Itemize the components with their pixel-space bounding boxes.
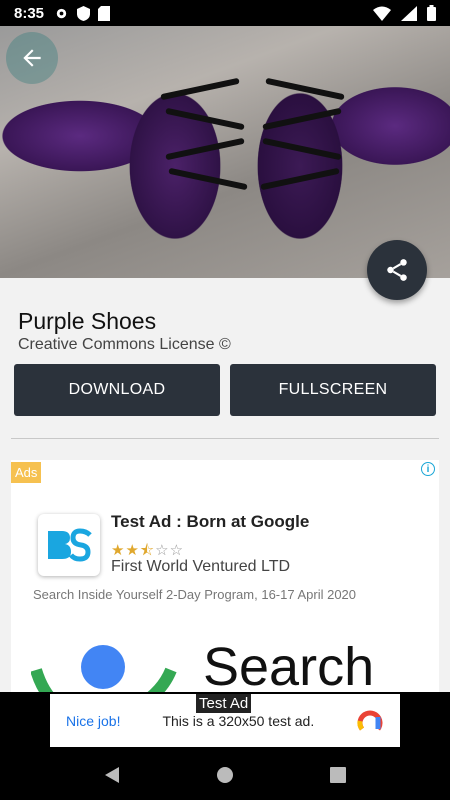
share-icon [387,259,407,281]
ad-logo [38,514,100,576]
share-button[interactable] [367,240,427,300]
ad-description: Search Inside Yourself 2-Day Program, 16… [33,587,357,602]
banner-nice-text: Nice job! [66,712,121,729]
sd-card-icon [98,5,111,21]
ad-media-text: Search [203,637,375,697]
test-ad-label: Test Ad [196,694,252,713]
admob-logo-icon [357,710,383,731]
hero-image [0,26,450,278]
nav-home-icon[interactable] [216,766,234,784]
nav-back-icon[interactable] [103,766,121,784]
status-bar: 8:35 [0,0,450,26]
navigation-bar [0,750,450,800]
ad-logo-graphic [48,528,92,562]
download-button[interactable]: DOWNLOAD [14,364,220,416]
ad-advertiser: First World Ventured LTD [111,558,291,575]
battery-icon [427,5,436,21]
wallpaper-title: Purple Shoes [18,308,157,334]
back-button[interactable] [6,32,58,84]
ad-media-graphic [31,645,177,700]
shield-icon [77,5,91,21]
nav-recents-icon[interactable] [329,766,347,784]
ads-badge: Ads [11,462,42,483]
divider [11,438,439,439]
wifi-icon [373,6,391,21]
fullscreen-button[interactable]: FULLSCREEN [230,364,436,416]
ad-headline[interactable]: Test Ad : Born at Google [111,512,309,532]
signal-icon [401,5,417,21]
status-time: 8:35 [14,4,45,22]
license-text: Creative Commons License © [18,336,231,353]
native-ad-card[interactable]: Ads i Test Ad : Born at Google ★★⯪☆☆ Fir… [11,460,439,700]
ad-info-icon[interactable]: i [421,462,435,476]
banner-message: This is a 320x50 test ad. [162,712,315,729]
arrow-back-icon [23,49,41,67]
gear-icon [56,8,67,18]
